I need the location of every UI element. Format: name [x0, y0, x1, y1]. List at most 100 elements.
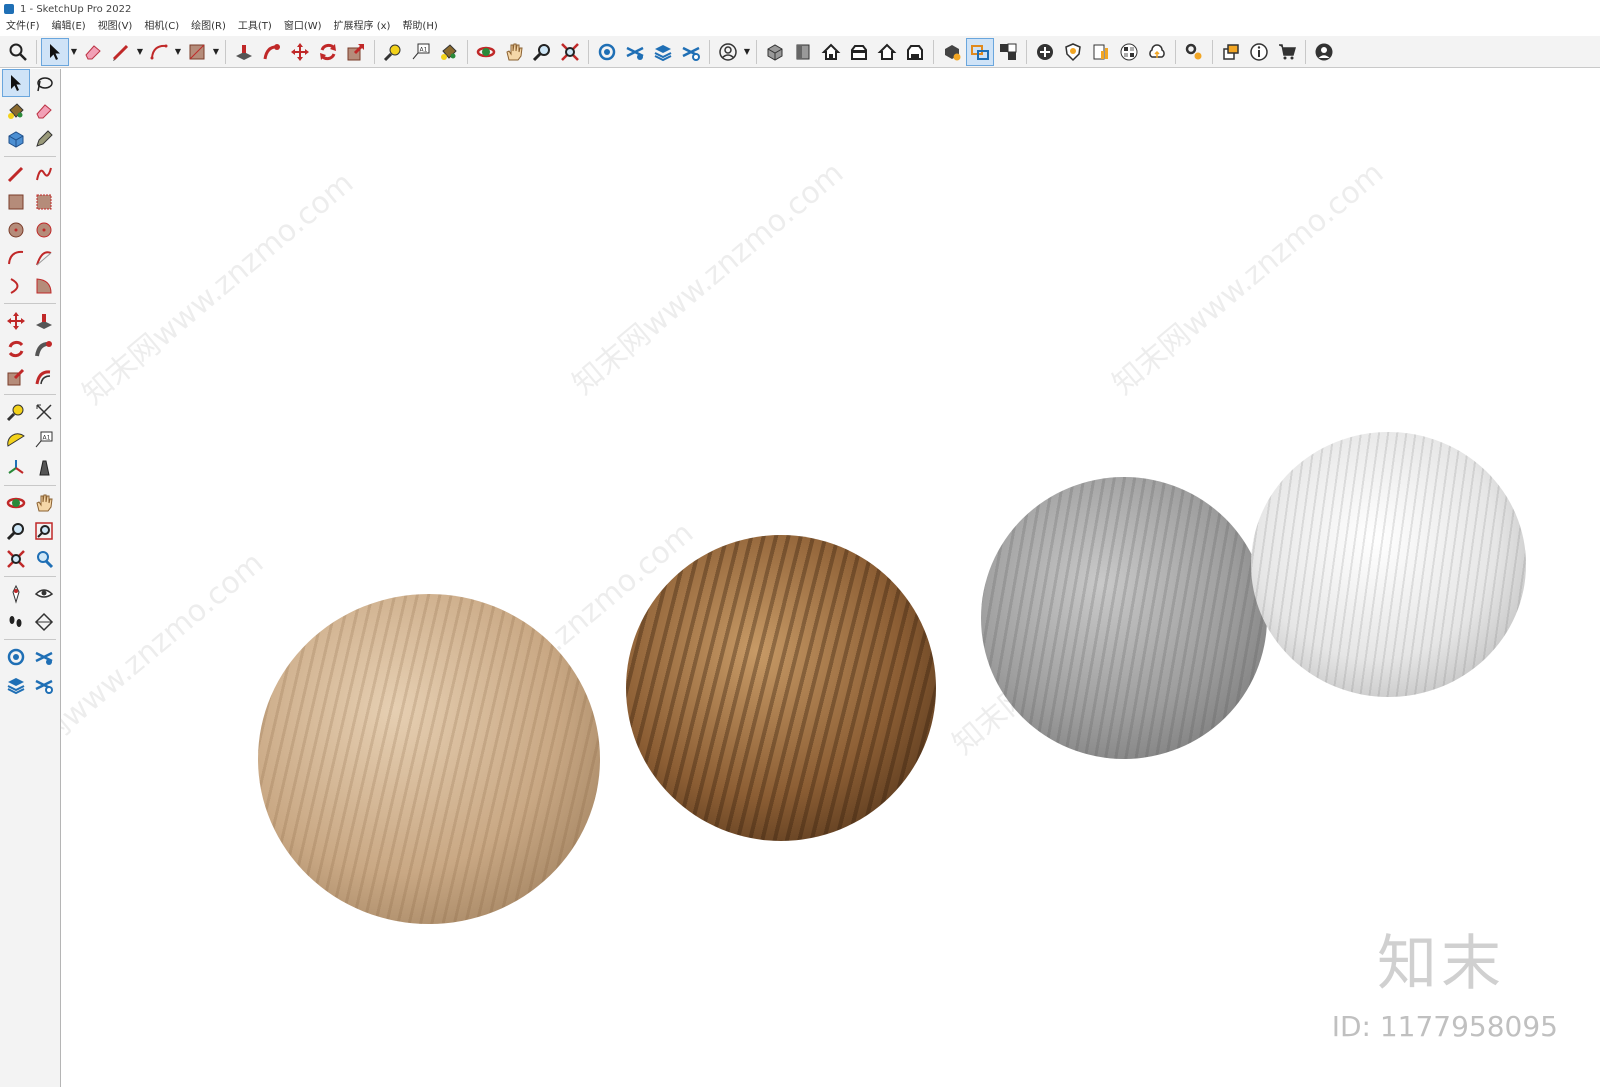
drawing-canvas[interactable]: 知末网www.znzmo.com 知末网www.znzmo.com 知末网www… [61, 69, 1600, 1087]
move-icon[interactable] [287, 39, 313, 65]
select-arrow-icon[interactable] [2, 69, 30, 97]
offset-icon[interactable] [31, 364, 57, 390]
push-pull-icon[interactable] [231, 39, 257, 65]
menu-extensions[interactable]: 扩展程序 (x) [328, 18, 397, 36]
polygon-icon[interactable] [31, 217, 57, 243]
extension-manager-icon[interactable] [31, 672, 57, 698]
window-panels-icon[interactable] [1218, 39, 1244, 65]
white-wood-sphere[interactable] [1251, 432, 1526, 697]
make-component-icon[interactable] [3, 126, 29, 152]
line-dropdown-chevron-down-icon[interactable]: ▼ [135, 39, 145, 65]
menu-file[interactable]: 文件(F) [0, 18, 46, 36]
three-point-arc-icon[interactable] [3, 273, 29, 299]
zoom-extents-icon[interactable] [557, 39, 583, 65]
light-wood-sphere[interactable] [258, 594, 600, 924]
extension-manager-icon[interactable] [678, 39, 704, 65]
settings-gear-icon[interactable] [1181, 39, 1207, 65]
zoom-icon[interactable] [529, 39, 555, 65]
menu-edit[interactable]: 编辑(E) [46, 18, 92, 36]
tape-measure-icon[interactable] [380, 39, 406, 65]
add-location-icon[interactable] [1032, 39, 1058, 65]
circle-icon[interactable] [3, 217, 29, 243]
menu-camera[interactable]: 相机(C) [138, 18, 185, 36]
menu-help[interactable]: 帮助(H) [396, 18, 443, 36]
3d-warehouse-icon[interactable] [3, 644, 29, 670]
menu-window[interactable]: 窗口(W) [278, 18, 328, 36]
menu-draw[interactable]: 绘图(R) [185, 18, 232, 36]
dark-wood-sphere[interactable] [626, 535, 936, 841]
grey-wood-sphere[interactable] [981, 477, 1267, 759]
profile-icon[interactable] [1311, 39, 1337, 65]
top-view-icon[interactable] [790, 39, 816, 65]
tape-measure-icon[interactable] [3, 399, 29, 425]
follow-me-icon[interactable] [31, 336, 57, 362]
scale-icon[interactable] [343, 39, 369, 65]
tag-pencil-icon[interactable] [31, 126, 57, 152]
3d-warehouse-icon[interactable] [594, 39, 620, 65]
text-label-icon[interactable]: A1 [31, 427, 57, 453]
arc-icon[interactable] [146, 39, 172, 65]
layout-send-icon[interactable] [3, 672, 29, 698]
section-plane-icon[interactable] [31, 609, 57, 635]
section-plane-icon[interactable] [966, 37, 994, 66]
walk-footprints-icon[interactable] [3, 609, 29, 635]
right-view-icon[interactable] [846, 39, 872, 65]
rotated-rectangle-icon[interactable] [31, 189, 57, 215]
move-icon[interactable] [3, 308, 29, 334]
axes-icon[interactable] [3, 455, 29, 481]
layout-send-icon[interactable] [650, 39, 676, 65]
zoom-icon[interactable] [3, 518, 29, 544]
select-dropdown-chevron-down-icon[interactable]: ▼ [69, 39, 79, 65]
look-around-eye-icon[interactable] [31, 581, 57, 607]
account-dropdown-chevron-down-icon[interactable]: ▼ [742, 39, 752, 65]
user-account-icon[interactable] [715, 39, 741, 65]
freehand-icon[interactable] [31, 161, 57, 187]
push-pull-icon[interactable] [31, 308, 57, 334]
left-view-icon[interactable] [902, 39, 928, 65]
rectangle-icon[interactable] [184, 39, 210, 65]
line-pencil-icon[interactable] [108, 39, 134, 65]
orbit-icon[interactable] [3, 490, 29, 516]
pan-hand-icon[interactable] [31, 490, 57, 516]
arc-icon[interactable] [3, 245, 29, 271]
position-camera-icon[interactable] [3, 581, 29, 607]
rotate-icon[interactable] [315, 39, 341, 65]
cloud-upload-icon[interactable] [1144, 39, 1170, 65]
text-label-icon[interactable]: A1 [408, 39, 434, 65]
paint-bucket-icon[interactable] [3, 98, 29, 124]
line-pencil-icon[interactable] [3, 161, 29, 187]
protractor-icon[interactable] [3, 427, 29, 453]
previous-view-icon[interactable] [31, 546, 57, 572]
scenes-icon[interactable] [995, 39, 1021, 65]
3d-text-icon[interactable] [31, 455, 57, 481]
select-tool-button[interactable] [41, 37, 69, 66]
info-icon[interactable] [1246, 39, 1272, 65]
shopping-cart-icon[interactable] [1274, 39, 1300, 65]
dimension-icon[interactable] [31, 399, 57, 425]
zoom-extents-icon[interactable] [3, 546, 29, 572]
extension-warehouse-icon[interactable] [622, 39, 648, 65]
iso-view-icon[interactable] [762, 39, 788, 65]
back-view-icon[interactable] [874, 39, 900, 65]
lasso-select-icon[interactable] [31, 70, 57, 96]
eraser-icon[interactable] [80, 39, 106, 65]
eraser-icon[interactable] [31, 98, 57, 124]
arc-dropdown-chevron-down-icon[interactable]: ▼ [173, 39, 183, 65]
pan-hand-icon[interactable] [501, 39, 527, 65]
two-point-arc-icon[interactable] [31, 245, 57, 271]
zoom-window-icon[interactable] [31, 518, 57, 544]
shape-dropdown-chevron-down-icon[interactable]: ▼ [211, 39, 221, 65]
report-chart-icon[interactable] [1088, 39, 1114, 65]
follow-me-icon[interactable] [259, 39, 285, 65]
orbit-icon[interactable] [473, 39, 499, 65]
scale-icon[interactable] [3, 364, 29, 390]
paint-bucket-icon[interactable] [436, 39, 462, 65]
rectangle-icon[interactable] [3, 189, 29, 215]
style-settings-icon[interactable] [939, 39, 965, 65]
extension-warehouse-icon[interactable] [31, 644, 57, 670]
pie-icon[interactable] [31, 273, 57, 299]
menu-view[interactable]: 视图(V) [92, 18, 139, 36]
shield-icon[interactable] [1060, 39, 1086, 65]
search-icon[interactable] [5, 39, 31, 65]
menu-tools[interactable]: 工具(T) [232, 18, 278, 36]
